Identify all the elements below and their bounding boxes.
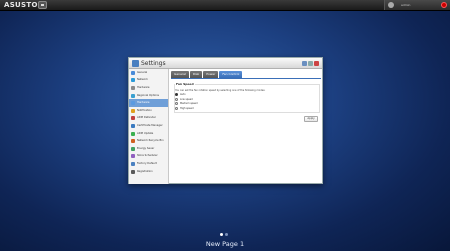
sidebar-item-icon (131, 93, 135, 98)
sidebar-item-icon (131, 131, 135, 136)
sidebar-item-label: Energy Saver (137, 146, 155, 150)
settings-icon (132, 60, 139, 67)
sidebar-item[interactable]: Network (129, 77, 168, 85)
window-title-bar[interactable]: Settings (129, 58, 322, 69)
fan-option[interactable]: High speed (175, 106, 194, 110)
sidebar-item[interactable]: General (129, 69, 168, 77)
fan-option[interactable]: Low speed (175, 97, 193, 101)
sidebar-item[interactable]: Network Recycle Bin (129, 137, 168, 145)
sidebar-item-icon (131, 70, 135, 75)
sidebar-item[interactable]: Certificate Manager (129, 122, 168, 130)
page-dot-2[interactable] (225, 233, 228, 236)
sidebar-item-label: Certificate Manager (137, 123, 163, 127)
fan-option-label: Medium speed (180, 102, 198, 105)
sidebar-item-label: Network Recycle Bin (137, 139, 164, 143)
sidebar-item-icon (131, 154, 135, 159)
tab-power[interactable]: Power (203, 71, 219, 78)
sidebar-item-icon (131, 161, 135, 166)
sidebar-item[interactable]: ADM Defender (129, 115, 168, 123)
radio-button[interactable] (175, 97, 178, 101)
sidebar-item[interactable]: Hardware (129, 99, 168, 107)
sidebar-item[interactable]: ADM Update (129, 130, 168, 138)
sidebar-item-label: Store Scheduler (137, 154, 158, 158)
section-title: Fan Speed (175, 82, 195, 86)
sidebar-item-icon (131, 78, 135, 83)
sidebar-item-label: Network (137, 78, 148, 82)
sidebar-item-icon (131, 123, 135, 128)
sidebar-item-icon (131, 169, 135, 174)
sidebar-item-label: Notification (137, 108, 152, 112)
settings-window: Settings General Network Hardware Regional … (128, 57, 323, 184)
page-label: New Page 1 (205, 240, 245, 248)
sidebar-item[interactable]: Notification (129, 107, 168, 115)
help-icon[interactable] (302, 61, 307, 66)
tab-general[interactable]: General (171, 71, 189, 78)
sidebar-item[interactable]: Hardware (129, 84, 168, 92)
fan-option[interactable]: Auto (175, 93, 186, 96)
sidebar-item-icon (131, 139, 135, 144)
sidebar-item-icon (131, 101, 135, 106)
sidebar-item[interactable]: Energy Saver (129, 145, 168, 153)
sidebar-item-label: Hardware (137, 101, 150, 105)
sidebar-item[interactable]: Regional Options (129, 92, 168, 100)
fan-option-label: High speed (180, 106, 194, 110)
home-icon[interactable] (38, 1, 47, 9)
fan-control-panel: Fan Speed You can set the fan rotation s… (171, 78, 321, 181)
fan-description: You can set the fan rotation speed by se… (175, 89, 266, 92)
tab-disk[interactable]: Disk (189, 71, 203, 78)
sidebar-item-label: ADM Update (137, 131, 154, 135)
radio-button[interactable] (175, 93, 178, 96)
minimize-icon[interactable] (308, 61, 313, 66)
page-dot-1[interactable] (220, 233, 223, 236)
sidebar-item-label: Hardware (137, 85, 150, 89)
sidebar-item-label: ADM Defender (137, 116, 156, 120)
page-indicator (220, 233, 230, 236)
user-label[interactable]: admin (401, 1, 410, 9)
sidebar-item-icon (131, 85, 135, 90)
tab-bar: General Disk Power Fan Control (171, 71, 243, 78)
user-area: admin (384, 0, 450, 10)
user-icon[interactable] (388, 2, 394, 8)
sidebar-item-label: General (137, 70, 148, 74)
sidebar-item-label: Registration (137, 169, 153, 173)
fan-option-label: Auto (180, 93, 186, 96)
sidebar-item[interactable]: Registration (129, 168, 168, 176)
sidebar-item-icon (131, 146, 135, 151)
sidebar-item-icon (131, 116, 135, 121)
window-title: Settings (141, 60, 166, 67)
close-icon[interactable] (314, 61, 319, 66)
fan-option[interactable]: Medium speed (175, 102, 198, 105)
sidebar-item[interactable]: Store Scheduler (129, 153, 168, 161)
power-icon[interactable] (441, 2, 447, 8)
sidebar-item-label: Regional Options (137, 93, 160, 97)
radio-button[interactable] (175, 106, 178, 110)
apply-button[interactable]: Apply (304, 116, 318, 122)
top-bar: ASUSTOR admin (0, 0, 450, 11)
settings-sidebar: General Network Hardware Regional Options Ha… (129, 69, 169, 184)
radio-button[interactable] (175, 102, 178, 105)
sidebar-item-icon (131, 108, 135, 113)
fan-option-label: Low speed (180, 97, 193, 101)
tab-fan-control[interactable]: Fan Control (219, 71, 243, 78)
sidebar-item[interactable]: Factory Default (129, 160, 168, 168)
sidebar-item-label: Factory Default (137, 161, 157, 165)
